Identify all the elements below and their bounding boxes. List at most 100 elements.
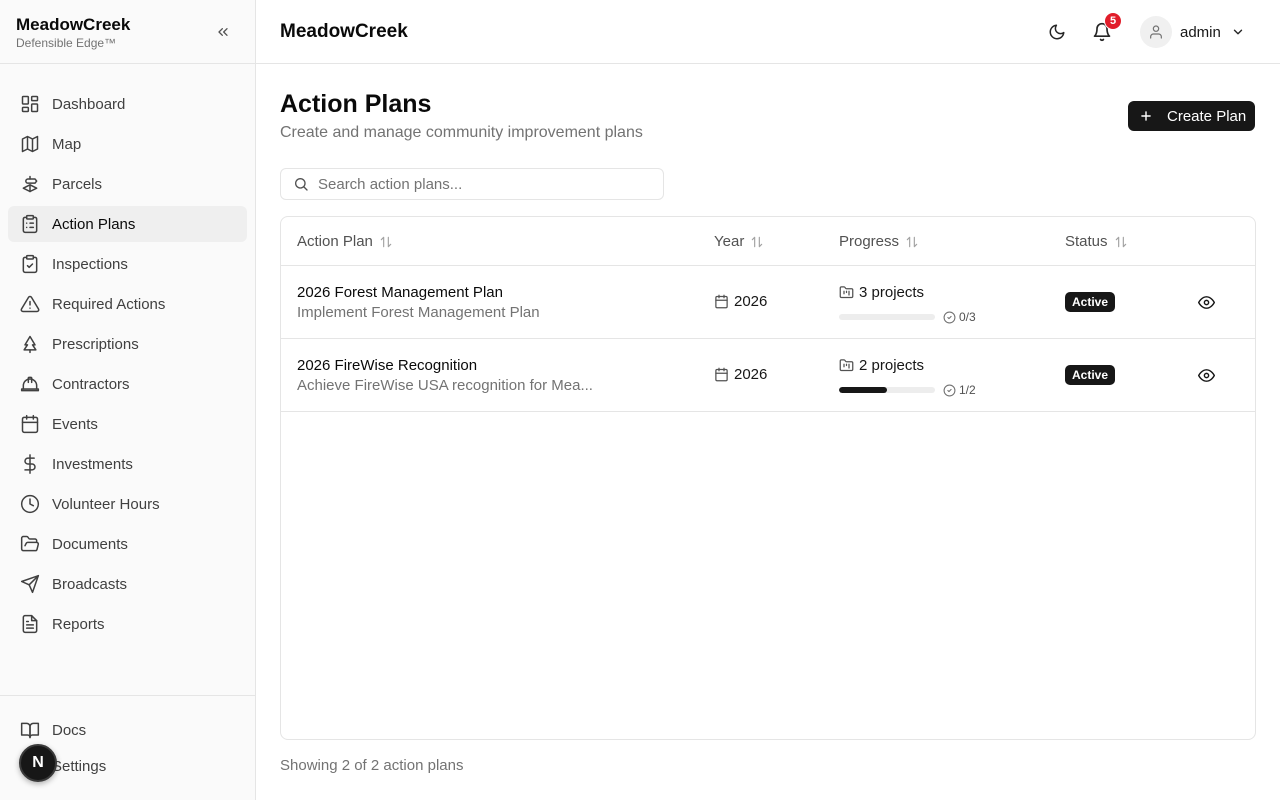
parcels-icon <box>20 174 40 194</box>
sidebar-item-dashboard[interactable]: Dashboard <box>8 86 247 122</box>
plan-progress: 1/2 <box>839 383 976 397</box>
search-input[interactable] <box>318 175 658 193</box>
create-plan-label: Create Plan <box>1167 107 1247 125</box>
sidebar-item-action-plans[interactable]: Action Plans <box>8 206 247 242</box>
check-circle-icon <box>943 384 956 397</box>
column-header-label: Status <box>1065 233 1108 250</box>
create-plan-button[interactable]: Create Plan <box>1128 101 1255 131</box>
progress-bar <box>839 314 935 320</box>
column-header-status[interactable]: Status <box>1065 217 1128 266</box>
sort-icon <box>905 235 919 249</box>
collapse-sidebar-icon[interactable] <box>215 24 231 40</box>
sidebar-item-label: Action Plans <box>52 215 136 233</box>
sidebar-item-label: Volunteer Hours <box>52 495 160 513</box>
status-badge: Active <box>1065 292 1116 312</box>
plan-description: Implement Forest Management Plan <box>297 304 540 321</box>
sidebar-item-broadcasts[interactable]: Broadcasts <box>8 566 247 602</box>
alert-triangle-icon <box>20 294 40 314</box>
user-menu[interactable]: admin <box>1140 16 1245 48</box>
sidebar-item-documents[interactable]: Documents <box>8 526 247 562</box>
table-header: Action Plan Year Progress Status <box>281 217 1255 266</box>
sidebar-item-label: Inspections <box>52 255 128 273</box>
dashboard-icon <box>20 94 40 114</box>
eye-icon[interactable] <box>1198 367 1215 384</box>
chevron-down-icon <box>1231 25 1245 39</box>
sidebar-item-contractors[interactable]: Contractors <box>8 366 247 402</box>
progress-bar <box>839 387 935 393</box>
brand-name: MeadowCreek <box>16 15 131 34</box>
plan-description: Achieve FireWise USA recognition for Mea… <box>297 377 593 394</box>
status-badge: Active <box>1065 365 1116 385</box>
eye-icon[interactable] <box>1198 294 1215 311</box>
sidebar-item-docs[interactable]: Docs <box>8 712 247 748</box>
dollar-icon <box>20 454 40 474</box>
plan-projects: 2 projects <box>839 357 924 374</box>
sidebar-item-label: Required Actions <box>52 295 166 313</box>
results-count: Showing 2 of 2 action plans <box>280 757 464 774</box>
sidebar-item-label: Docs <box>52 721 87 739</box>
plan-year: 2026 <box>714 293 767 310</box>
table-row[interactable]: 2026 Forest Management Plan Implement Fo… <box>281 266 1255 339</box>
sidebar-item-label: Contractors <box>52 375 130 393</box>
sidebar-item-required-actions[interactable]: Required Actions <box>8 286 247 322</box>
header-title: MeadowCreek <box>280 21 408 42</box>
sidebar-item-volunteer-hours[interactable]: Volunteer Hours <box>8 486 247 522</box>
plan-name: 2026 Forest Management Plan <box>297 284 503 301</box>
sidebar-nav: Dashboard Map Parcels Action Plans Inspe… <box>0 64 255 642</box>
sort-icon <box>379 235 393 249</box>
plan-name: 2026 FireWise Recognition <box>297 357 478 374</box>
sidebar-item-investments[interactable]: Investments <box>8 446 247 482</box>
folder-open-icon <box>20 534 40 554</box>
sidebar-item-parcels[interactable]: Parcels <box>8 166 247 202</box>
plan-projects-count: 3 projects <box>859 284 925 301</box>
completed-count-value: 0/3 <box>959 310 976 324</box>
clipboard-check-icon <box>20 254 40 274</box>
folder-kanban-icon <box>839 285 854 300</box>
search-icon <box>293 176 309 192</box>
column-header-label: Action Plan <box>297 233 373 250</box>
search-box <box>280 168 664 200</box>
column-header-progress[interactable]: Progress <box>839 217 919 266</box>
completed-count-value: 1/2 <box>959 383 976 397</box>
tree-icon <box>20 334 40 354</box>
sidebar-item-label: Events <box>52 415 98 433</box>
plan-projects-count: 2 projects <box>859 357 925 374</box>
top-bar: MeadowCreek 5 admin <box>256 0 1280 64</box>
sidebar-item-label: Settings <box>52 757 107 775</box>
plan-year: 2026 <box>714 366 767 383</box>
brand: MeadowCreek Defensible Edge™ <box>0 0 255 64</box>
sidebar: MeadowCreek Defensible Edge™ Dashboard M… <box>0 0 256 800</box>
column-header-year[interactable]: Year <box>714 217 764 266</box>
plan-projects: 3 projects <box>839 284 924 301</box>
sort-icon <box>750 235 764 249</box>
file-text-icon <box>20 614 40 634</box>
brand-tagline: Defensible Edge™ <box>16 36 117 50</box>
book-icon <box>20 720 40 740</box>
notification-count-badge: 5 <box>1104 12 1122 30</box>
sidebar-item-inspections[interactable]: Inspections <box>8 246 247 282</box>
main-content: Action Plans Create and manage community… <box>280 64 1256 800</box>
plus-icon <box>1139 109 1153 123</box>
sort-icon <box>1114 235 1128 249</box>
sidebar-item-prescriptions[interactable]: Prescriptions <box>8 326 247 362</box>
user-icon <box>1140 16 1172 48</box>
sidebar-item-label: Dashboard <box>52 95 126 113</box>
sidebar-item-events[interactable]: Events <box>8 406 247 442</box>
sidebar-item-map[interactable]: Map <box>8 126 247 162</box>
floating-assistant-button[interactable]: N <box>19 744 57 782</box>
plan-progress: 0/3 <box>839 310 976 324</box>
map-icon <box>20 134 40 154</box>
send-icon <box>20 574 40 594</box>
user-name: admin <box>1180 23 1221 41</box>
moon-icon[interactable] <box>1048 23 1066 41</box>
calendar-icon <box>714 294 729 309</box>
clipboard-list-icon <box>20 214 40 234</box>
table-row[interactable]: 2026 FireWise Recognition Achieve FireWi… <box>281 339 1255 412</box>
check-circle-icon <box>943 311 956 324</box>
sidebar-item-label: Map <box>52 135 82 153</box>
sidebar-item-reports[interactable]: Reports <box>8 606 247 642</box>
calendar-icon <box>20 414 40 434</box>
column-header-action-plan[interactable]: Action Plan <box>297 217 393 266</box>
completed-count: 0/3 <box>943 310 976 324</box>
plan-year-value: 2026 <box>734 293 768 310</box>
